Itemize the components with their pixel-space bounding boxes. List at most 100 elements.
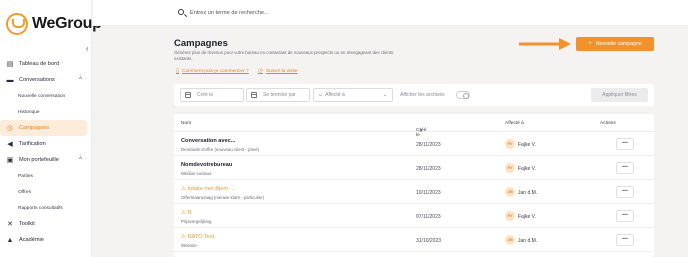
campaign-name[interactable]: Conversation avec... — [181, 138, 235, 144]
table-row[interactable]: ⚠ Intake met Bjorn ... Offerteaanvraag (… — [174, 180, 654, 204]
show-archives-label: Afficher les archives — [400, 92, 445, 98]
sidebar: WeGroup ‹ ▤ Tableau de bord ▬ Conversati… — [0, 0, 102, 257]
users-icon: ☺ — [318, 92, 324, 98]
search-input[interactable] — [190, 7, 490, 19]
chevron-down-icon: ⌄ — [382, 92, 387, 98]
sidebar-item-toolkit[interactable]: ✕ Toolkit — [0, 216, 92, 232]
sidebar-nav: ▤ Tableau de bord ▬ Conversations ^ Nouv… — [0, 56, 92, 248]
assigned-to-select[interactable]: ☺ Affecté à ⌄ — [313, 88, 393, 102]
table-row[interactable]: Conversation avec... Demande d'offre (no… — [174, 132, 654, 156]
assigned-user: Fajke V. — [518, 142, 536, 148]
logo-text: WeGroup — [32, 15, 102, 32]
campaign-name-text: Intake met Bjorn ... — [187, 186, 235, 192]
sidebar-item-offers[interactable]: Offres — [0, 184, 92, 200]
top-bar — [93, 0, 688, 26]
more-actions-button[interactable]: ... — [616, 234, 634, 246]
table-row[interactable]: ⚠ R Prijsvergelijking 07/11/2023 FV Fajk… — [174, 204, 654, 228]
column-actions: Actions — [600, 121, 616, 126]
target-icon: ◎ — [6, 125, 14, 132]
assigned-user: Fajke V. — [518, 166, 536, 172]
campaign-name-text: R — [187, 210, 192, 216]
calendar-icon — [251, 92, 257, 98]
assigned-user: Jan d.M. — [518, 190, 538, 196]
follow-tour-link[interactable]: ◷ Suivez la visite — [258, 68, 298, 74]
sidebar-item-label: Tarification — [19, 141, 46, 147]
campaign-subtitle: Website — [181, 243, 197, 248]
campaigns-table: Nom Créé le ⇕ Affecté à Actions Conversa… — [174, 114, 654, 257]
page-description: Générez plus de revenus pour votre burea… — [174, 50, 394, 61]
created-date: 07/11/2023 — [416, 214, 441, 220]
sidebar-item-campaigns[interactable]: ◎ Campagnes — [0, 120, 87, 136]
more-actions-button[interactable]: ... — [616, 186, 634, 198]
sidebar-item-label: Historique — [18, 109, 40, 115]
sidebar-item-academy[interactable]: ▲ Académie — [0, 232, 92, 248]
avatar: JM — [505, 235, 515, 245]
show-archives-toggle[interactable] — [456, 91, 470, 99]
new-campaign-button[interactable]: + Nouvelle campagne — [576, 37, 654, 51]
assigned-user: Jan d.M. — [518, 238, 538, 244]
campaign-name-text: NATO Test — [187, 234, 215, 240]
campaign-name[interactable]: ⚠ R — [181, 210, 192, 216]
sidebar-item-label: Parties — [18, 173, 33, 179]
new-campaign-label: Nouvelle campagne — [595, 41, 642, 47]
created-filter-label: Créé le — [197, 92, 214, 98]
collapse-sidebar-icon[interactable]: ‹ — [86, 44, 89, 53]
sidebar-item-conversations[interactable]: ▬ Conversations ^ — [0, 72, 92, 88]
sidebar-item-label: Tableau de bord — [19, 61, 60, 67]
more-actions-button[interactable]: ... — [616, 138, 634, 150]
campaign-name[interactable]: ⚠ NATO Test — [181, 234, 214, 240]
assigned-filter-label: Affecté à — [325, 92, 345, 98]
column-assigned: Affecté à — [505, 121, 524, 126]
created-date: 10/11/2023 — [416, 190, 441, 196]
pointer-arrow-icon — [519, 38, 571, 50]
how-to-start-label: Comment puis-je commencer ? — [182, 68, 249, 74]
how-to-start-link[interactable]: ▯ Comment puis-je commencer ? — [176, 68, 249, 74]
tools-icon: ✕ — [7, 221, 13, 228]
sidebar-item-label: Mon portefeuille — [19, 157, 59, 163]
sidebar-item-label: Conversations — [19, 77, 55, 83]
campaign-subtitle: Offerteaanvraag (nieuwe klant - particul… — [181, 195, 265, 200]
briefcase-icon: ▣ — [6, 157, 14, 164]
sidebar-item-pricing[interactable]: ◀ Tarification — [0, 136, 92, 152]
sidebar-item-history[interactable]: Historique — [0, 104, 92, 120]
end-date-filter[interactable]: Se termine par — [246, 88, 310, 102]
avatar: FV — [505, 211, 515, 221]
wegroup-logo-icon — [6, 13, 28, 35]
sidebar-item-label: Académie — [19, 237, 44, 243]
sidebar-item-label: Toolkit — [19, 221, 35, 227]
column-name[interactable]: Nom — [181, 121, 191, 126]
campaign-subtitle: Médias sociaux — [181, 171, 212, 176]
table-header: Nom Créé le ⇕ Affecté à Actions — [174, 114, 654, 138]
created-date-filter[interactable]: Créé le — [180, 88, 244, 102]
sidebar-item-parties[interactable]: Parties — [0, 168, 92, 184]
graduation-icon: ▲ — [6, 236, 14, 244]
chevron-up-icon: ^ — [79, 157, 82, 163]
search-icon — [178, 9, 184, 15]
sidebar-item-dashboard[interactable]: ▤ Tableau de bord — [0, 56, 92, 72]
table-row[interactable]: Nomdevotrebureau Médias sociaux 28/11/20… — [174, 156, 654, 180]
apply-filters-button[interactable]: Appliquer filtres — [591, 88, 648, 102]
sidebar-item-advisory-reports[interactable]: Rapports consultatifs — [0, 200, 92, 216]
clock-icon: ◷ — [258, 68, 263, 74]
created-date: 28/11/2023 — [416, 142, 441, 148]
wegroup-logo[interactable]: WeGroup — [6, 13, 102, 35]
chevron-up-icon: ^ — [79, 77, 82, 83]
campaign-name[interactable]: ⚠ Intake met Bjorn ... — [181, 186, 235, 192]
table-row[interactable]: ⚠ NATO Test Website 31/10/2023 JM Jan d.… — [174, 228, 654, 252]
chat-icon: ▬ — [6, 76, 14, 84]
sidebar-item-label: Rapports consultatifs — [18, 205, 63, 211]
avatar: FV — [505, 163, 515, 173]
document-icon: ▯ — [176, 68, 180, 74]
more-actions-button[interactable]: ... — [616, 210, 634, 222]
sidebar-item-label: Nouvelle conversation — [18, 93, 66, 99]
campaign-name[interactable]: Nomdevotrebureau — [181, 162, 232, 168]
sidebar-item-new-conversation[interactable]: Nouvelle conversation — [0, 88, 92, 104]
end-filter-label: Se termine par — [263, 92, 296, 98]
calendar-icon — [185, 92, 191, 98]
campaign-subtitle: Demande d'offre (nouveau client - privé) — [181, 147, 260, 152]
sidebar-item-portfolio[interactable]: ▣ Mon portefeuille ^ — [0, 152, 92, 168]
plus-icon: + — [588, 41, 592, 47]
created-date: 28/11/2023 — [416, 166, 441, 172]
warning-icon: ⚠ — [181, 210, 188, 216]
more-actions-button[interactable]: ... — [616, 162, 634, 174]
